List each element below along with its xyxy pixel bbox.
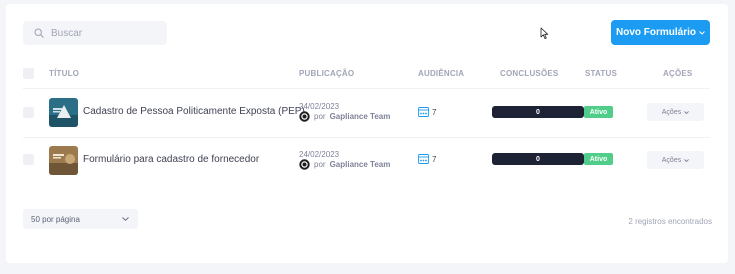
- audience-cell[interactable]: 7: [418, 107, 436, 117]
- actions-button[interactable]: Ações: [647, 103, 704, 121]
- actions-label: Ações: [661, 108, 682, 116]
- form-thumbnail[interactable]: [49, 98, 78, 127]
- completions-bar: 0: [492, 153, 584, 165]
- chevron-down-icon: [122, 217, 129, 221]
- published-date: 24/02/2023: [299, 150, 340, 159]
- form-title[interactable]: Cadastro de Pessoa Politicamente Exposta…: [83, 106, 305, 117]
- author-name: Gapliance Team: [329, 112, 391, 121]
- search-box[interactable]: [23, 21, 167, 45]
- forms-panel: Novo Formulário TÍTULO PUBLICAÇÃO AUDIÊN…: [6, 4, 728, 263]
- author-avatar-icon: [299, 159, 310, 170]
- chevron-down-icon: [684, 110, 690, 114]
- mouse-cursor-icon: [540, 27, 549, 39]
- chevron-down-icon: [699, 30, 705, 35]
- status-badge: Ativo: [584, 153, 613, 165]
- actions-label: Ações: [661, 156, 682, 164]
- audience-cell[interactable]: 7: [418, 154, 436, 164]
- row-divider: [23, 137, 710, 138]
- row-checkbox[interactable]: [23, 154, 34, 165]
- column-header-audience[interactable]: AUDIÊNCIA: [418, 69, 464, 78]
- new-form-button[interactable]: Novo Formulário: [611, 20, 710, 45]
- author-name: Gapliance Team: [329, 160, 391, 169]
- published-by-prefix: por: [314, 160, 326, 169]
- column-header-published[interactable]: PUBLICAÇÃO: [299, 69, 354, 78]
- search-icon: [34, 28, 44, 38]
- select-all-checkbox[interactable]: [23, 68, 34, 79]
- row-checkbox[interactable]: [23, 107, 34, 118]
- author-avatar-icon: [299, 111, 310, 122]
- column-header-actions: AÇÕES: [663, 69, 693, 78]
- actions-button[interactable]: Ações: [647, 151, 704, 169]
- page-size-select[interactable]: 50 por página: [23, 209, 138, 229]
- page-size-label: 50 por página: [31, 214, 80, 224]
- form-title[interactable]: Formulário para cadastro de fornecedor: [83, 154, 259, 165]
- chevron-down-icon: [684, 158, 690, 162]
- header-divider: [23, 88, 710, 89]
- status-badge: Ativo: [584, 106, 613, 118]
- published-by: por Gapliance Team: [299, 111, 390, 122]
- published-by-prefix: por: [314, 112, 326, 121]
- published-by: por Gapliance Team: [299, 159, 390, 170]
- new-form-label: Novo Formulário: [615, 27, 696, 38]
- audience-icon: [418, 107, 429, 117]
- column-header-completions[interactable]: CONCLUSÕES: [500, 69, 558, 78]
- completions-bar: 0: [492, 106, 584, 118]
- column-header-title[interactable]: TÍTULO: [49, 69, 79, 78]
- published-date: 24/02/2023: [299, 102, 340, 111]
- audience-count: 7: [432, 107, 437, 117]
- audience-icon: [418, 154, 429, 164]
- form-thumbnail[interactable]: [49, 146, 78, 175]
- audience-count: 7: [432, 154, 437, 164]
- column-header-status[interactable]: STATUS: [585, 69, 617, 78]
- records-count: 2 registros encontrados: [628, 217, 712, 226]
- search-input[interactable]: [51, 27, 161, 39]
